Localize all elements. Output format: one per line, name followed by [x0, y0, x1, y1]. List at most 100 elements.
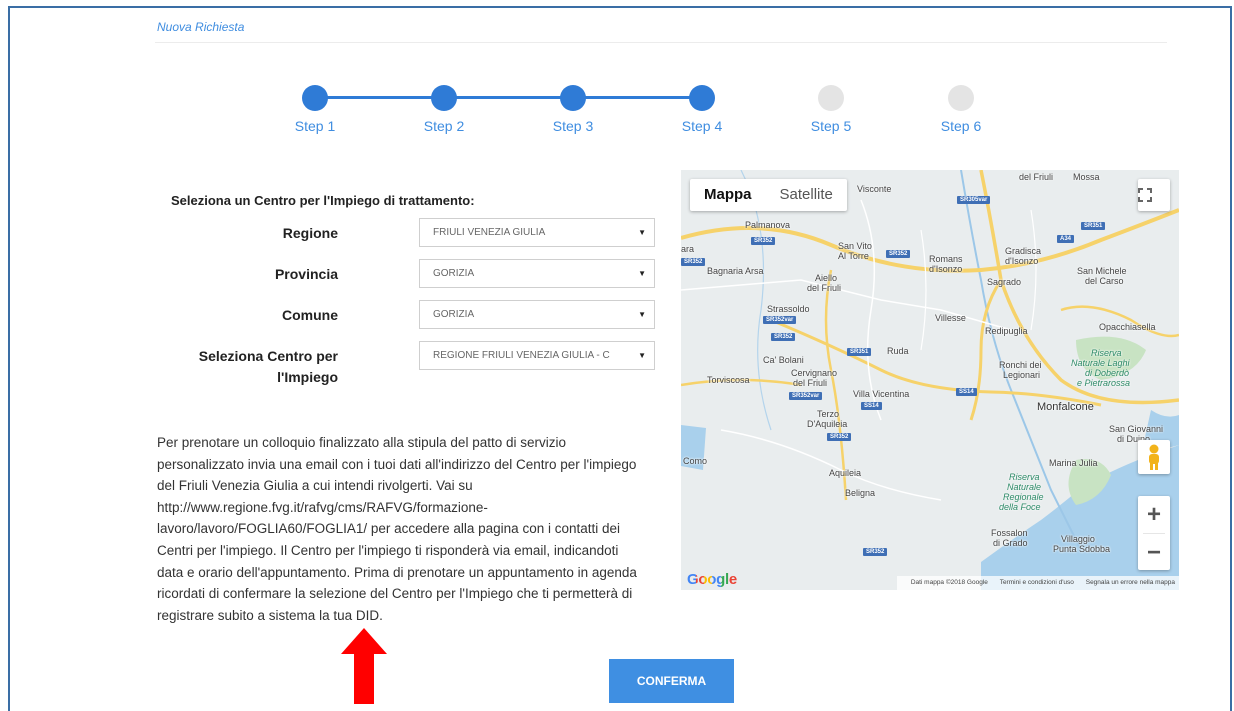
- step-5-label: Step 5: [810, 118, 852, 134]
- map-place-label: Punta Sdobba: [1053, 544, 1111, 554]
- road-shield: SS14: [956, 388, 977, 396]
- map-place-label: Naturale Laghi: [1071, 358, 1130, 368]
- step-6-label: Step 6: [940, 118, 982, 134]
- centro-label: Seleziona Centro per l'Impiego: [180, 346, 338, 388]
- map-place-label: Ruda: [887, 346, 909, 356]
- breadcrumb-divider: [155, 42, 1167, 43]
- fullscreen-icon: [1138, 188, 1152, 202]
- road-shield: SR352: [751, 237, 776, 245]
- map-tab-satellite[interactable]: Satellite: [766, 179, 847, 211]
- pegman-icon: [1149, 444, 1159, 470]
- step-6-dot: [948, 85, 974, 111]
- comune-select[interactable]: GORIZIA ▼: [419, 300, 655, 329]
- map-place-label: Ronchi dei: [999, 360, 1042, 370]
- map-place-label: Riserva: [1009, 472, 1040, 482]
- map-terms-link[interactable]: Termini e condizioni d'uso: [1000, 579, 1074, 586]
- map-place-label: Ca' Bolani: [763, 355, 804, 365]
- step-1-label: Step 1: [294, 118, 336, 134]
- zoom-in-button[interactable]: +: [1138, 496, 1170, 533]
- pegman-button[interactable]: [1138, 440, 1170, 474]
- road-shield: A34: [1057, 235, 1075, 243]
- map-place-label: Palmanova: [745, 220, 791, 230]
- map-place-label: San Michele: [1077, 266, 1127, 276]
- regione-select[interactable]: FRIULI VENEZIA GIULIA ▼: [419, 218, 655, 247]
- road-shield: SS14: [861, 402, 882, 410]
- provincia-select-value: GORIZIA: [433, 268, 475, 279]
- map-place-label: della Foce: [999, 502, 1041, 512]
- map-place-label: Beligna: [845, 488, 876, 498]
- map-place-label: Visconte: [857, 184, 892, 194]
- map-place-label: d'Isonzo: [1005, 256, 1039, 266]
- road-shield: SR352: [827, 433, 852, 441]
- provincia-label: Provincia: [274, 266, 338, 282]
- centro-label-line2: l'Impiego: [277, 369, 338, 385]
- centro-select[interactable]: REGIONE FRIULI VENEZIA GIULIA - C ▼: [419, 341, 655, 370]
- step-2-label: Step 2: [423, 118, 465, 134]
- road-shield: SR351: [1081, 222, 1106, 230]
- google-logo: Google: [687, 571, 737, 588]
- map-place-label: Terzo: [817, 409, 840, 419]
- map-place-label: di Doberdò: [1085, 368, 1130, 378]
- confirm-button[interactable]: CONFERMA: [609, 659, 734, 703]
- road-shield: SR305var: [957, 196, 991, 204]
- map-place-label: Cervignano: [791, 368, 838, 378]
- red-arrow-annotation: [341, 628, 387, 704]
- map-place-label: Al Torre: [838, 251, 869, 261]
- chevron-down-icon: ▼: [638, 351, 646, 360]
- map-place-label: Torviscosa: [707, 375, 750, 385]
- zoom-out-button[interactable]: −: [1138, 534, 1170, 571]
- road-shield: SR352var: [763, 316, 797, 324]
- provincia-select[interactable]: GORIZIA ▼: [419, 259, 655, 288]
- map-place-label: del Friuli: [807, 283, 842, 293]
- map-place-label: Naturale: [1007, 482, 1042, 492]
- map-place-label: Strassoldo: [767, 304, 810, 314]
- road-shield: SR352: [863, 548, 888, 556]
- road-shield: SR352: [886, 250, 911, 258]
- road-shield: SR351: [847, 348, 872, 356]
- road-shield: SR352var: [789, 392, 823, 400]
- map-place-label: Romans: [929, 254, 963, 264]
- zoom-controls: + −: [1138, 496, 1170, 570]
- step-2-dot: [431, 85, 457, 111]
- regione-select-value: FRIULI VENEZIA GIULIA: [433, 227, 546, 238]
- map-place-label: D'Aquileia: [807, 419, 848, 429]
- chevron-down-icon: ▼: [638, 228, 646, 237]
- map-place-label: Como: [683, 456, 708, 466]
- step-4-label: Step 4: [681, 118, 723, 134]
- map-place-label: Marina Julia: [1049, 458, 1098, 468]
- map-place-label: San Giovanni: [1109, 424, 1164, 434]
- map-place-label: Sagrado: [987, 277, 1022, 287]
- map-tab-mappa[interactable]: Mappa: [690, 179, 766, 211]
- map-place-label: del Carso: [1085, 276, 1124, 286]
- map-place-label: Regionale: [1003, 492, 1044, 502]
- step-4-dot: [689, 85, 715, 111]
- map-data-credit: Dati mappa ©2018 Google: [910, 579, 988, 586]
- map-place-label: Opacchiasella: [1099, 322, 1156, 332]
- map-place-label: Monfalcone: [1037, 401, 1094, 413]
- map-place-label: del Friuli: [1019, 172, 1054, 182]
- map-report-link[interactable]: Segnala un errore nella mappa: [1086, 579, 1175, 586]
- comune-select-value: GORIZIA: [433, 309, 475, 320]
- stepper-progress-line: [316, 96, 702, 99]
- centro-label-line1: Seleziona Centro per: [198, 348, 338, 364]
- chevron-down-icon: ▼: [638, 310, 646, 319]
- road-shield: SR352: [681, 258, 706, 266]
- map-widget[interactable]: del Friuli Mossa Visconte Palmanova ara …: [681, 170, 1179, 590]
- map-place-label: di Grado: [993, 538, 1028, 548]
- map-place-label: Legionari: [1003, 370, 1041, 380]
- map-place-label: d'Isonzo: [929, 264, 963, 274]
- map-place-label: San Vito: [838, 241, 872, 251]
- form-title: Seleziona un Centro per l'Impiego di tra…: [171, 193, 475, 208]
- map-place-label: Fossalon: [991, 528, 1028, 538]
- map-place-label: Mossa: [1073, 172, 1100, 182]
- fullscreen-button[interactable]: [1138, 179, 1170, 211]
- map-place-label: Gradisca: [1005, 246, 1042, 256]
- map-place-label: Riserva: [1091, 348, 1122, 358]
- map-place-label: ara: [681, 244, 695, 254]
- breadcrumb[interactable]: Nuova Richiesta: [157, 20, 244, 34]
- map-place-label: Bagnaria Arsa: [707, 266, 764, 276]
- step-5-dot: [818, 85, 844, 111]
- step-1-dot: [302, 85, 328, 111]
- regione-label: Regione: [282, 225, 338, 241]
- step-3-label: Step 3: [552, 118, 594, 134]
